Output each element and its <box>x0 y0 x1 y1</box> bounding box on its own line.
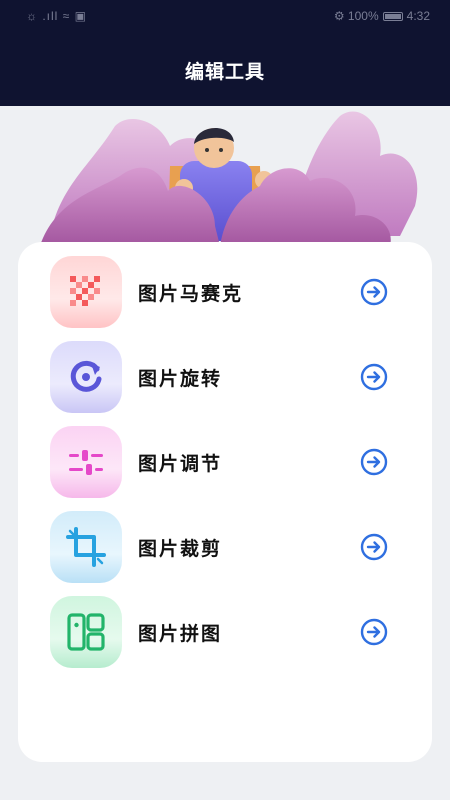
tool-label-crop: 图片裁剪 <box>138 537 223 560</box>
arrow-right-icon <box>360 278 388 306</box>
status-signal: ☼ .ıll ≈ ▣ <box>26 9 87 23</box>
arrow-right-icon <box>360 448 388 476</box>
tool-label-mosaic: 图片马赛克 <box>138 282 244 305</box>
page-title: 编辑工具 <box>184 61 265 83</box>
arrow-right-icon <box>360 363 388 391</box>
status-bar: ☼ .ıll ≈ ▣ ⚙ 100% 4:32 <box>0 0 450 34</box>
collage-icon <box>50 596 122 668</box>
app-header: ☼ .ıll ≈ ▣ ⚙ 100% 4:32 编辑工具 <box>0 0 450 106</box>
adjust-icon <box>50 426 122 498</box>
mosaic-icon <box>50 256 122 328</box>
tool-label-adjust: 图片调节 <box>138 452 223 475</box>
tool-item-mosaic[interactable]: 图片马赛克 <box>50 255 390 329</box>
tool-item-adjust[interactable]: 图片调节 <box>50 425 390 499</box>
tool-label-rotate: 图片旋转 <box>138 367 223 390</box>
rotate-icon <box>50 341 122 413</box>
tool-item-collage[interactable]: 图片拼图 <box>50 595 390 669</box>
status-time: 4:32 <box>406 9 430 23</box>
hero-illustration <box>0 106 450 256</box>
tool-label-collage: 图片拼图 <box>138 622 223 645</box>
tool-item-rotate[interactable]: 图片旋转 <box>50 340 390 414</box>
arrow-right-icon <box>360 618 388 646</box>
status-right: ⚙ 100% 4:32 <box>334 9 430 23</box>
crop-icon <box>50 511 122 583</box>
battery-percent: ⚙ 100% <box>333 9 379 23</box>
tool-item-crop[interactable]: 图片裁剪 <box>50 510 390 584</box>
arrow-right-icon <box>360 533 388 561</box>
battery-icon <box>382 11 403 21</box>
